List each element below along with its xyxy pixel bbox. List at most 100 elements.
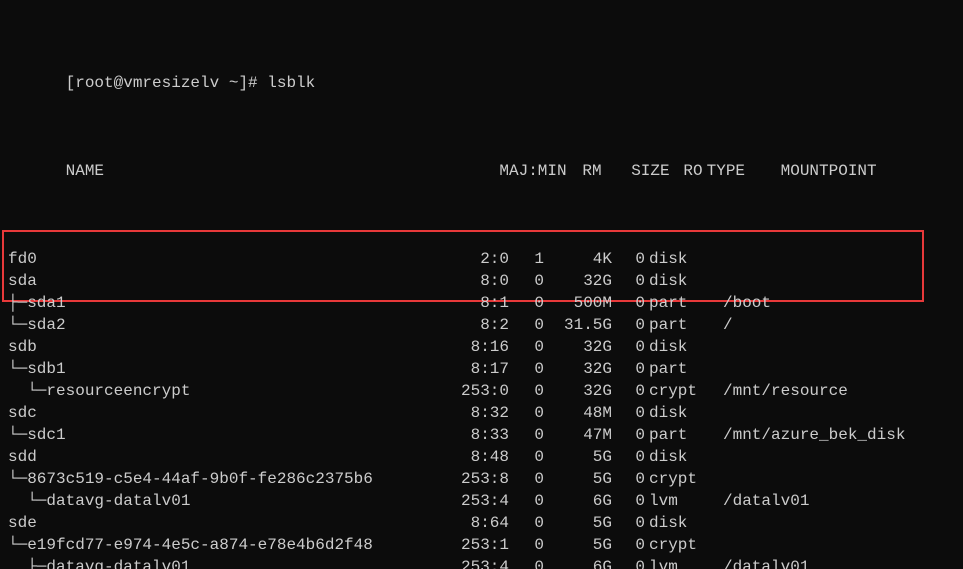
cell-name: └─sda2 — [8, 314, 431, 336]
cell-ro: 0 — [612, 424, 645, 446]
cell-rm: 0 — [509, 424, 544, 446]
prompt-line[interactable]: [root@vmresizelv ~]# lsblk — [8, 72, 955, 94]
cell-size: 32G — [544, 336, 612, 358]
hdr-name: NAME — [66, 160, 489, 182]
cell-size: 6G — [544, 556, 612, 569]
cell-name: sda — [8, 270, 431, 292]
cell-majmin: 8:17 — [431, 358, 509, 380]
cell-name: ├─sda1 — [8, 292, 431, 314]
cell-rm: 0 — [509, 446, 544, 468]
cell-majmin: 8:33 — [431, 424, 509, 446]
table-row: └─sdc18:33047M0part/mnt/azure_bek_disk — [8, 424, 955, 446]
cell-name: sdd — [8, 446, 431, 468]
table-row: sdc8:32048M0disk — [8, 402, 955, 424]
cell-name: └─datavg-datalv01 — [8, 490, 431, 512]
cell-name: sdc — [8, 402, 431, 424]
cell-rm: 0 — [509, 534, 544, 556]
cell-size: 32G — [544, 270, 612, 292]
cell-rm: 0 — [509, 358, 544, 380]
cell-type: crypt — [645, 380, 713, 402]
cell-name: fd0 — [8, 248, 431, 270]
table-row: sdb8:16032G0disk — [8, 336, 955, 358]
lsblk-output: fd02:014K0disksda8:0032G0disk├─sda18:105… — [8, 248, 955, 569]
hdr-ro: RO — [670, 160, 703, 182]
shell-prompt: [root@vmresizelv ~]# — [66, 74, 268, 92]
cell-ro: 0 — [612, 446, 645, 468]
lsblk-header-row: NAMEMAJ:MINRMSIZEROTYPEMOUNTPOINT — [8, 160, 955, 182]
cell-ro: 0 — [612, 380, 645, 402]
cell-ro: 0 — [612, 490, 645, 512]
table-row: ├─sda18:10500M0part/boot — [8, 292, 955, 314]
cell-size: 32G — [544, 380, 612, 402]
cell-rm: 0 — [509, 314, 544, 336]
cell-rm: 0 — [509, 380, 544, 402]
cell-majmin: 253:8 — [431, 468, 509, 490]
cell-majmin: 8:2 — [431, 314, 509, 336]
cell-majmin: 253:4 — [431, 556, 509, 569]
cell-ro: 0 — [612, 270, 645, 292]
cell-name: sdb — [8, 336, 431, 358]
cell-size: 5G — [544, 468, 612, 490]
table-row: └─sdb18:17032G0part — [8, 358, 955, 380]
cell-type: crypt — [645, 534, 713, 556]
cell-type: crypt — [645, 468, 713, 490]
cell-type: part — [645, 292, 713, 314]
cell-rm: 0 — [509, 468, 544, 490]
cell-mountpoint: /mnt/resource — [713, 380, 848, 402]
hdr-size: SIZE — [602, 160, 670, 182]
cell-size: 5G — [544, 446, 612, 468]
cell-name: └─sdc1 — [8, 424, 431, 446]
cell-ro: 0 — [612, 512, 645, 534]
cell-name: └─resourceencrypt — [8, 380, 431, 402]
cell-type: disk — [645, 336, 713, 358]
cell-ro: 0 — [612, 336, 645, 358]
cell-size: 6G — [544, 490, 612, 512]
cell-rm: 0 — [509, 270, 544, 292]
cell-majmin: 253:4 — [431, 490, 509, 512]
cell-majmin: 2:0 — [431, 248, 509, 270]
cell-rm: 0 — [509, 490, 544, 512]
table-row: sda8:0032G0disk — [8, 270, 955, 292]
cell-ro: 0 — [612, 556, 645, 569]
cell-type: disk — [645, 270, 713, 292]
cell-type: lvm — [645, 556, 713, 569]
terminal-window[interactable]: [root@vmresizelv ~]# lsblk NAMEMAJ:MINRM… — [0, 0, 963, 569]
cell-name: └─e19fcd77-e974-4e5c-a874-e78e4b6d2f48 — [8, 534, 431, 556]
cell-size: 4K — [544, 248, 612, 270]
cell-name: └─8673c519-c5e4-44af-9b0f-fe286c2375b6 — [8, 468, 431, 490]
table-row: ├─datavg-datalv01253:406G0lvm/datalv01 — [8, 556, 955, 569]
table-row: fd02:014K0disk — [8, 248, 955, 270]
table-row: └─sda28:2031.5G0part/ — [8, 314, 955, 336]
cell-ro: 0 — [612, 292, 645, 314]
hdr-type: TYPE — [703, 160, 771, 182]
cell-rm: 0 — [509, 336, 544, 358]
cell-name: └─sdb1 — [8, 358, 431, 380]
cell-mountpoint: /datalv01 — [713, 490, 809, 512]
cell-ro: 0 — [612, 248, 645, 270]
cell-size: 5G — [544, 534, 612, 556]
table-row: └─resourceencrypt253:0032G0crypt/mnt/res… — [8, 380, 955, 402]
cell-mountpoint: /boot — [713, 292, 771, 314]
cell-ro: 0 — [612, 314, 645, 336]
cell-rm: 1 — [509, 248, 544, 270]
cell-type: disk — [645, 248, 713, 270]
cell-majmin: 253:1 — [431, 534, 509, 556]
cell-size: 48M — [544, 402, 612, 424]
cell-size: 47M — [544, 424, 612, 446]
cell-type: part — [645, 424, 713, 446]
table-row: sdd8:4805G0disk — [8, 446, 955, 468]
cell-ro: 0 — [612, 468, 645, 490]
cell-name: sde — [8, 512, 431, 534]
cell-ro: 0 — [612, 534, 645, 556]
cell-majmin: 8:48 — [431, 446, 509, 468]
hdr-majmin: MAJ:MIN — [489, 160, 567, 182]
cell-majmin: 253:0 — [431, 380, 509, 402]
cell-size: 32G — [544, 358, 612, 380]
cell-majmin: 8:64 — [431, 512, 509, 534]
cell-type: part — [645, 314, 713, 336]
cell-ro: 0 — [612, 358, 645, 380]
cell-majmin: 8:0 — [431, 270, 509, 292]
hdr-rm: RM — [567, 160, 602, 182]
hdr-mount: MOUNTPOINT — [771, 160, 877, 182]
table-row: sde8:6405G0disk — [8, 512, 955, 534]
